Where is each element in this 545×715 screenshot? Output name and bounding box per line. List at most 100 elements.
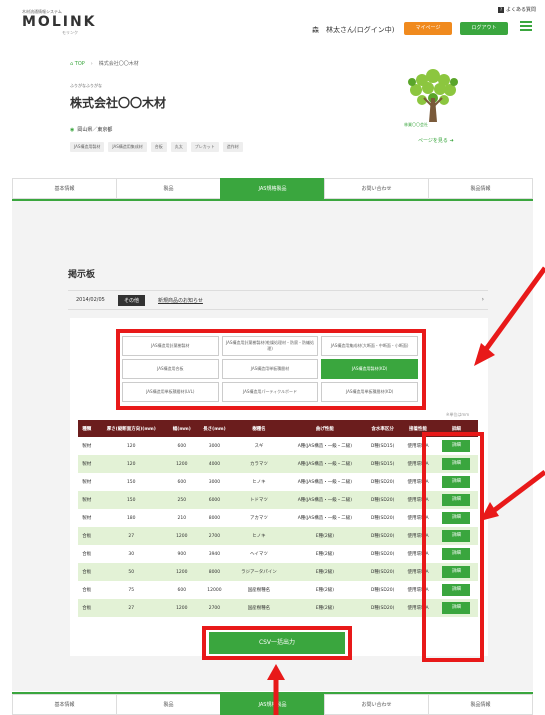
table-note: ※単位はmm xyxy=(446,412,470,417)
table-cell: 国産樹種名 xyxy=(232,599,286,617)
menu-icon[interactable] xyxy=(520,21,532,31)
tab-item[interactable]: お問い合わせ xyxy=(324,178,428,199)
table-cell: ヘイマツ xyxy=(232,545,286,563)
table-cell: D種(SD20) xyxy=(364,563,402,581)
address-text: 岡山県／東京都 xyxy=(77,127,113,133)
table-cell: 50 xyxy=(95,563,167,581)
table-row: 合板 27 1200 2700 国産樹種名 E種(2級) D種(SD20) 使用環境A 詳細 xyxy=(78,599,478,617)
tab-item[interactable]: 製品 xyxy=(116,694,220,715)
tab-item[interactable]: JAS規格製品 xyxy=(220,694,324,715)
site-header: 木材流通情報システム MOLINK モリンク ? よくある質問 森 林太さん(ログ… xyxy=(0,0,545,40)
tab-item[interactable]: JAS規格製品 xyxy=(220,178,324,199)
table-cell: アカマツ xyxy=(232,509,286,527)
table-row: 製材 120 1200 4000 カラマツ A種(JAS構造・一級・二級) D種(SD15)… xyxy=(78,455,478,473)
chevron-right-icon: › xyxy=(481,296,484,303)
table-cell: 75 xyxy=(95,581,167,599)
company-address: ◉ 岡山県／東京都 xyxy=(70,126,112,133)
table-cell: D種(SD20) xyxy=(364,545,402,563)
table-cell: 30 xyxy=(95,545,167,563)
table-cell: D種(SD15) xyxy=(364,455,402,473)
tree-link-label: ページを見る xyxy=(418,138,448,144)
table-cell: 1200 xyxy=(166,527,197,545)
question-icon: ? xyxy=(498,7,504,13)
table-cell: 合板 xyxy=(78,545,96,563)
company-kana: ふりがなふりがな xyxy=(70,83,102,88)
table-cell: 900 xyxy=(166,545,197,563)
table-cell: 2700 xyxy=(196,599,233,617)
table-cell: D種(SD15) xyxy=(364,437,402,455)
mypage-button[interactable]: マイページ xyxy=(404,22,452,35)
breadcrumb-top[interactable]: TOP xyxy=(75,61,85,67)
tree-page-link[interactable]: ページを見る ➜ xyxy=(418,137,454,144)
tab-item[interactable]: 製品情報 xyxy=(428,694,533,715)
table-cell: 2700 xyxy=(196,527,233,545)
highlight-box-csv xyxy=(202,626,352,660)
highlight-box-filters xyxy=(116,329,426,410)
site-logo[interactable]: MOLINK xyxy=(22,14,97,30)
table-cell: ラジアータパイン xyxy=(232,563,286,581)
news-link[interactable]: 新規商品のお知らせ xyxy=(158,297,203,304)
company-tag: 丸太 xyxy=(170,142,187,152)
news-category-badge: その他 xyxy=(118,295,146,306)
tab-item[interactable]: お問い合わせ xyxy=(324,694,428,715)
table-header-cell: 曲げ性能 xyxy=(285,420,365,437)
table-row: 合板 75 600 12000 国産樹種名 E種(2級) D種(SD20) 使用環境A 詳細 xyxy=(78,581,478,599)
company-tags: JAS構造用製材 JAS構造用集成材 合板 丸太 プレカット 造作材 xyxy=(70,142,243,152)
table-cell: E種(2級) xyxy=(285,527,365,545)
table-cell: A種(JAS構造・一級・二級) xyxy=(285,455,365,473)
board-title: 掲示板 xyxy=(68,270,96,280)
table-cell: 120 xyxy=(95,437,167,455)
table-cell: A種(JAS構造・一級・二級) xyxy=(285,491,365,509)
highlight-box-detail xyxy=(422,432,484,662)
company-tag: 造作材 xyxy=(222,142,243,152)
table-cell: A種(JAS構造・一級・二級) xyxy=(285,509,365,527)
table-cell: ヒノキ xyxy=(232,473,286,491)
tab-item[interactable]: 製品 xyxy=(116,178,220,199)
table-cell: A種(JAS構造・一級・二級) xyxy=(285,437,365,455)
company-tag: JAS構造用集成材 xyxy=(108,142,147,152)
company-name: 株式会社〇〇木材 xyxy=(70,96,167,110)
table-header-cell: 種類 xyxy=(78,420,96,437)
tab-item[interactable]: 製品情報 xyxy=(428,178,533,199)
table-cell: 3000 xyxy=(196,437,233,455)
table-header-cell: 長さ(mm) xyxy=(196,420,233,437)
table-cell: 8000 xyxy=(196,509,233,527)
table-cell: 国産樹種名 xyxy=(232,581,286,599)
table-cell: E種(2級) xyxy=(285,599,365,617)
tab-item[interactable]: 基本情報 xyxy=(12,694,116,715)
tab-item[interactable]: 基本情報 xyxy=(12,178,116,199)
table-cell: 3000 xyxy=(196,473,233,491)
table-header-cell: 樹種名 xyxy=(232,420,286,437)
table-cell: 製材 xyxy=(78,455,96,473)
table-row: 製材 150 600 3000 ヒノキ A種(JAS構造・一級・二級) D種(SD20) 使用… xyxy=(78,473,478,491)
table-cell: 150 xyxy=(95,473,167,491)
table-cell: 600 xyxy=(166,437,197,455)
table-cell: ヒノキ xyxy=(232,527,286,545)
table-cell: 8000 xyxy=(196,563,233,581)
table-cell: D種(SD20) xyxy=(364,581,402,599)
table-cell: 1200 xyxy=(166,563,197,581)
table-cell: スギ xyxy=(232,437,286,455)
table-cell: D種(SD20) xyxy=(364,599,402,617)
table-cell: 27 xyxy=(95,599,167,617)
table-cell: 600 xyxy=(166,581,197,599)
table-row: 製材 150 250 6000 トドマツ A種(JAS構造・一級・二級) D種(SD20) 使… xyxy=(78,491,478,509)
table-cell: D種(SD20) xyxy=(364,509,402,527)
table-cell: D種(SD20) xyxy=(364,491,402,509)
table-cell: D種(SD20) xyxy=(364,473,402,491)
table-cell: D種(SD20) xyxy=(364,527,402,545)
table-cell: 合板 xyxy=(78,581,96,599)
table-cell: 製材 xyxy=(78,491,96,509)
news-date: 2014/02/05 xyxy=(76,297,105,303)
table-cell: 製材 xyxy=(78,437,96,455)
table-cell: 1200 xyxy=(166,455,197,473)
logout-button[interactable]: ログアウト xyxy=(460,22,508,35)
news-row[interactable]: 2014/02/05 その他 新規商品のお知らせ › xyxy=(68,290,488,310)
table-cell: カラマツ xyxy=(232,455,286,473)
help-link[interactable]: ? よくある質問 xyxy=(498,6,536,13)
tree-caption: 林業〇〇会社 xyxy=(404,122,428,127)
table-cell: 150 xyxy=(95,491,167,509)
table-cell: E種(2級) xyxy=(285,563,365,581)
table-row: 合板 30 900 3940 ヘイマツ E種(2級) D種(SD20) 使用環境A 詳細 xyxy=(78,545,478,563)
table-cell: 6000 xyxy=(196,491,233,509)
